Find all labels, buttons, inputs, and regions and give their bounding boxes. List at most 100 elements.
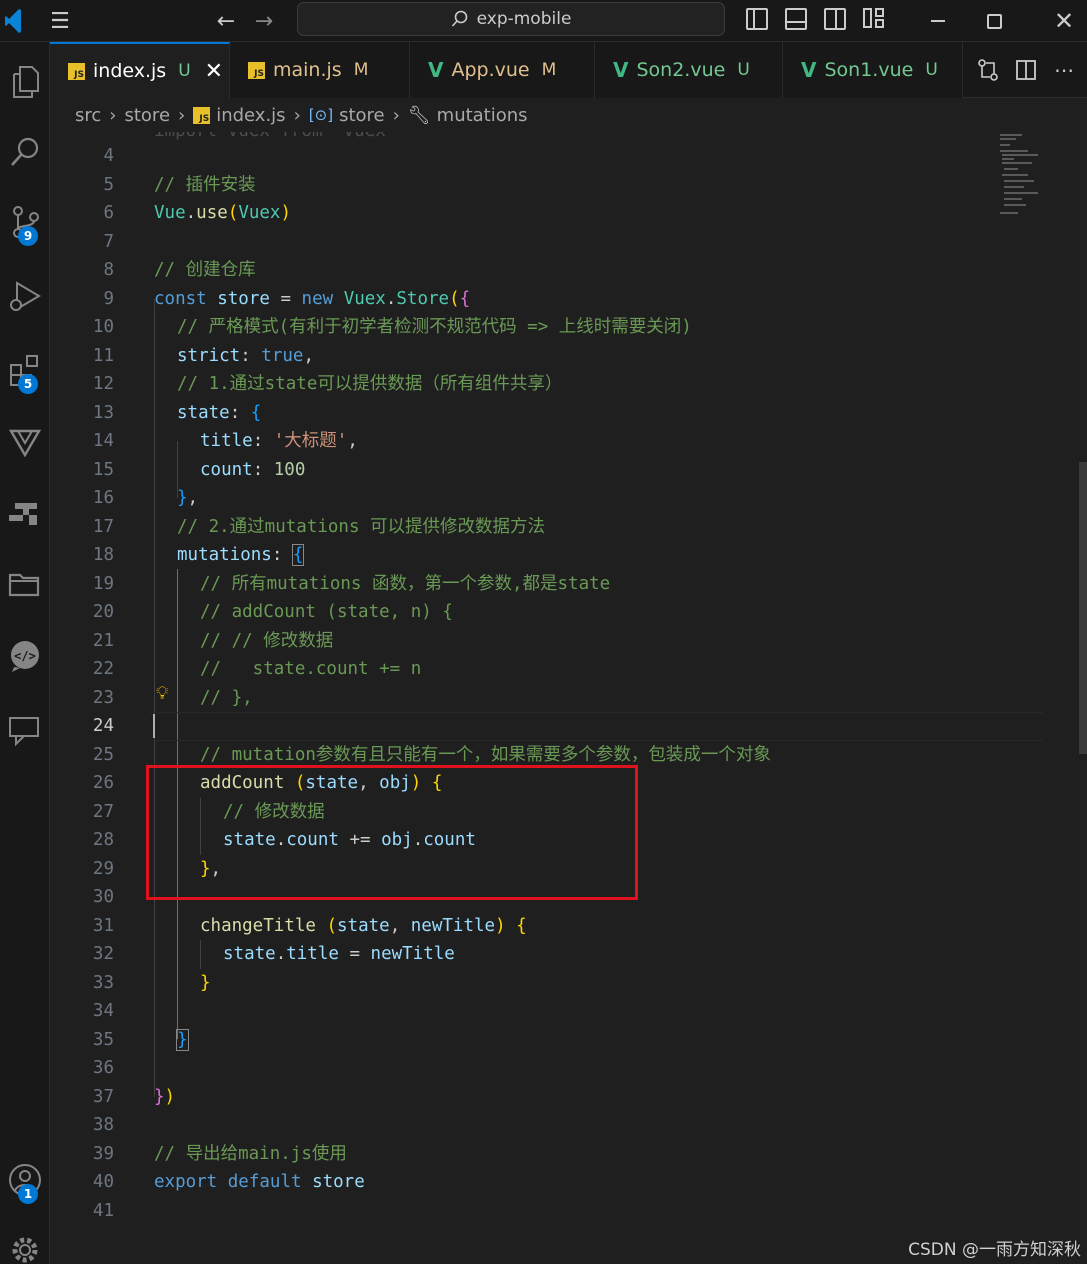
- tab-app-vue[interactable]: V App.vue M: [410, 42, 595, 98]
- menu-icon[interactable]: ☰: [42, 0, 78, 42]
- search-icon[interactable]: [0, 124, 50, 180]
- editor-tab-bar: JS index.js U ✕ JS main.js M V App.vue M…: [50, 42, 1087, 98]
- line-number: 9: [103, 288, 114, 309]
- code-line-8: // 创建仓库: [154, 260, 256, 280]
- search-icon: [451, 10, 467, 27]
- tab-son2-vue[interactable]: V Son2.vue U: [595, 42, 783, 98]
- line-number: 31: [92, 915, 114, 936]
- close-window-icon[interactable]: ✕: [1046, 0, 1082, 42]
- code-line-12: // 1.通过state可以提供数据（所有组件共享）: [177, 374, 563, 394]
- line-number: 15: [92, 459, 114, 480]
- line-number: 34: [92, 1001, 114, 1021]
- code-line-16: },: [177, 488, 199, 508]
- line-number: 18: [92, 545, 114, 565]
- run-and-debug-icon[interactable]: [0, 268, 50, 324]
- line-number: 22: [92, 659, 114, 679]
- breadcrumb-folder-src[interactable]: src: [75, 105, 101, 126]
- line-number: 23: [92, 687, 114, 708]
- code-line-11: strict: true,: [177, 345, 314, 366]
- line-number: 39: [92, 1143, 114, 1164]
- chevron-right-icon: ›: [178, 104, 186, 126]
- code-line-31: changeTitle (state, newTitle) {: [200, 915, 527, 936]
- folders-icon[interactable]: [0, 554, 50, 610]
- line-number: 35: [92, 1029, 114, 1050]
- minimize-window-icon[interactable]: [920, 0, 956, 42]
- tab-index-js[interactable]: JS index.js U ✕: [50, 42, 230, 98]
- command-center-search[interactable]: exp-mobile: [297, 2, 725, 36]
- accounts-icon[interactable]: 1: [0, 1152, 50, 1208]
- breadcrumb-file[interactable]: index.js: [216, 105, 285, 126]
- tab-main-js[interactable]: JS main.js M: [230, 42, 410, 98]
- line-number-current: 24: [92, 716, 114, 736]
- breadcrumb: src › store › JS index.js › [⊙] store › …: [50, 98, 1087, 132]
- line-number: 28: [92, 830, 114, 850]
- open-changes-icon[interactable]: [974, 56, 1002, 84]
- line-number: 38: [92, 1115, 114, 1135]
- vue-file-icon: V: [428, 58, 444, 82]
- line-number: 26: [92, 773, 114, 793]
- code-line-13: state: {: [177, 402, 262, 423]
- breadcrumb-symbol-mutations[interactable]: mutations: [437, 105, 528, 126]
- toggle-panel-icon[interactable]: [785, 8, 807, 30]
- activity-bar: 9 5 </> 1: [0, 42, 50, 1264]
- wrench-symbol-icon: 🔧︎: [407, 104, 431, 126]
- minimap[interactable]: [1000, 132, 1040, 222]
- tab-status: M: [353, 60, 369, 80]
- line-number: 32: [92, 944, 114, 964]
- tab-label: index.js: [93, 60, 167, 82]
- code-line-35: }: [176, 1028, 189, 1051]
- tab-status: M: [541, 60, 557, 80]
- tab-label: Son2.vue: [636, 59, 726, 81]
- code-line-15: count: 100: [200, 459, 306, 480]
- split-editor-icon[interactable]: [1012, 56, 1040, 84]
- line-number: 7: [103, 231, 114, 252]
- remote-explorer-icon[interactable]: [0, 484, 50, 540]
- code-line-10: // 严格模式(有利于初学者检测不规范代码 => 上线时需要关闭): [177, 317, 692, 337]
- maximize-window-icon[interactable]: [976, 0, 1012, 42]
- forward-arrow-icon[interactable]: →: [246, 0, 282, 42]
- variable-symbol-icon: [⊙]: [308, 106, 334, 124]
- comments-icon[interactable]: [0, 702, 50, 758]
- tab-son1-vue[interactable]: V Son1.vue U: [783, 42, 963, 98]
- vertical-scrollbar[interactable]: [1079, 462, 1087, 754]
- code-editor[interactable]: import Vuex from 'vuex' 💡︎ 4 5 6 7 8 9 1…: [50, 132, 1087, 1264]
- lightbulb-icon[interactable]: 💡︎: [156, 683, 169, 704]
- source-control-icon[interactable]: 9: [0, 194, 50, 250]
- explorer-icon[interactable]: [0, 54, 50, 110]
- code-line-23: // },: [200, 687, 253, 708]
- chevron-right-icon: ›: [293, 104, 301, 126]
- line-number: 25: [92, 744, 114, 765]
- toggle-primary-sidebar-icon[interactable]: [746, 8, 768, 30]
- more-actions-icon[interactable]: ⋯: [1050, 56, 1078, 84]
- code-line-9: const store = new Vuex.Store({: [154, 288, 471, 309]
- toggle-secondary-sidebar-icon[interactable]: [824, 8, 846, 30]
- customize-layout-icon[interactable]: [863, 8, 885, 30]
- line-number: 17: [92, 516, 114, 537]
- title-bar: ☰ ← → exp-mobile ✕: [0, 0, 1087, 42]
- code-line-39: // 导出给main.js使用: [154, 1143, 347, 1164]
- line-number: 14: [92, 431, 114, 451]
- line-number: 13: [92, 402, 114, 423]
- vscode-logo-icon: [0, 0, 26, 42]
- vue-extension-icon[interactable]: [0, 414, 50, 470]
- code-chat-icon[interactable]: </>: [0, 628, 50, 684]
- breadcrumb-symbol-store[interactable]: store: [339, 105, 385, 126]
- tab-status: U: [178, 61, 191, 81]
- line-number: 40: [92, 1172, 114, 1192]
- js-file-icon: JS: [68, 62, 85, 80]
- breadcrumb-folder-store[interactable]: store: [124, 105, 170, 126]
- extensions-icon[interactable]: 5: [0, 342, 50, 398]
- line-number: 41: [92, 1200, 114, 1221]
- line-number: 37: [92, 1086, 114, 1107]
- close-tab-icon[interactable]: ✕: [205, 59, 223, 84]
- line-number: 27: [92, 801, 114, 822]
- tab-label: App.vue: [451, 59, 530, 81]
- text-cursor: [153, 714, 155, 738]
- indent-guide: [154, 299, 155, 1097]
- settings-gear-icon[interactable]: [0, 1222, 50, 1264]
- accounts-badge: 1: [18, 1184, 38, 1204]
- red-highlight-box: [146, 765, 638, 900]
- back-arrow-icon[interactable]: ←: [208, 0, 244, 42]
- tab-status: U: [737, 60, 750, 80]
- code-line-6: Vue.use(Vuex): [154, 203, 292, 223]
